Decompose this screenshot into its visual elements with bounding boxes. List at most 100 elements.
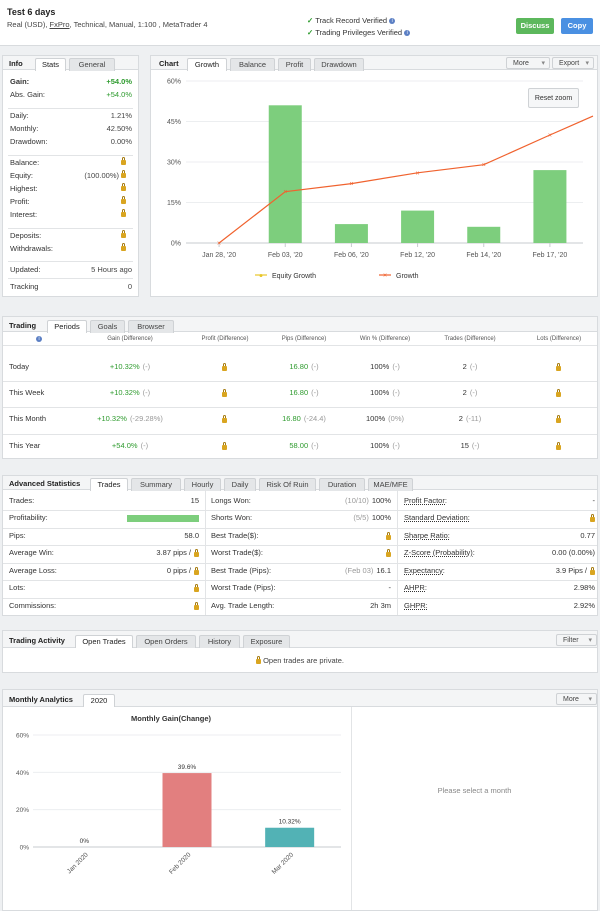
info-icon[interactable]: i — [404, 30, 411, 37]
x-tick-label: Feb 03, '20 — [268, 252, 303, 259]
stat-value-text: 15 — [190, 496, 199, 505]
growth-bar[interactable] — [401, 210, 435, 243]
info-row-value: 1.21% — [110, 111, 132, 120]
private-message: Open trades are private. — [3, 655, 597, 665]
stat-label[interactable]: Expectancy: — [404, 566, 445, 575]
x-tick-label: Feb 06, '20 — [334, 252, 369, 259]
page-header: Test 6 days Real (USD), FxPro, Technical… — [0, 0, 600, 46]
info-row: Deposits: — [3, 229, 138, 242]
cell-value: +10.32% — [109, 362, 140, 371]
stat-value: - — [593, 496, 596, 505]
more-dropdown[interactable]: More — [506, 57, 550, 69]
info-panel: Info Stats General Gain: +54.0% Abs. Gain:… — [2, 55, 139, 297]
growth-bar[interactable] — [533, 170, 567, 243]
stat-sub: (Feb 03) — [345, 566, 374, 575]
table-cell: +10.32% (-) — [80, 362, 180, 371]
growth-point[interactable]: × — [548, 133, 552, 140]
cell-value: 100% — [370, 441, 390, 450]
x-tick-label: Jan 28, '20 — [202, 252, 236, 259]
table-cell: +54.0% (-) — [80, 441, 180, 450]
cell-value: 2 — [462, 388, 467, 397]
filter-dropdown[interactable]: Filter — [556, 634, 597, 646]
legend-label[interactable]: Growth — [396, 273, 419, 280]
stat-value-text: 100% — [371, 513, 391, 522]
tab-open-orders[interactable]: Open Orders — [136, 635, 196, 648]
cell-diff: (-) — [471, 441, 480, 450]
activity-label: Trading Activity — [9, 636, 65, 645]
cell-diff: (-) — [142, 388, 151, 397]
copy-button[interactable]: Copy — [561, 18, 593, 34]
info-row: Balance: — [3, 156, 138, 169]
stat-value-text: 3.9 Pips / — [555, 566, 587, 575]
table-cell: 2 (-) — [420, 362, 520, 371]
month-bar[interactable] — [162, 773, 212, 847]
info-icon[interactable]: i — [36, 336, 42, 342]
cell-diff: (-24.4) — [303, 414, 326, 423]
stat-label[interactable]: Profit Factor: — [404, 496, 447, 505]
period-name: This Week — [9, 388, 45, 397]
stat-value: (10/10) 100% — [345, 496, 391, 505]
row-divider — [3, 528, 597, 529]
cell-value: 100% — [370, 362, 390, 371]
lock-icon — [556, 363, 561, 371]
discuss-button[interactable]: Discuss — [516, 18, 554, 34]
info-row-label: Highest: — [10, 184, 38, 193]
export-dropdown[interactable]: Export — [552, 57, 594, 69]
info-row-label: Deposits: — [10, 231, 42, 240]
lock-icon — [556, 415, 561, 423]
legend-label[interactable]: Equity Growth — [272, 273, 316, 280]
growth-point[interactable]: × — [349, 181, 353, 188]
cell-diff: (-) — [311, 362, 319, 371]
growth-bar[interactable] — [334, 224, 368, 243]
growth-point[interactable]: × — [283, 189, 287, 196]
info-icon[interactable]: i — [389, 18, 396, 25]
growth-point[interactable]: × — [217, 241, 221, 248]
stat-label: Best Trade (Pips): — [211, 566, 272, 575]
monthly-chart: Monthly Gain(Change) 0% 20% 40% 60% 0% Jan 202… — [16, 714, 341, 876]
cell-diff: (-) — [469, 362, 478, 371]
info-row-label: Monthly: — [10, 124, 39, 133]
tab-open-trades[interactable]: Open Trades — [75, 635, 133, 648]
stat-value: (5/5) 100% — [353, 513, 391, 522]
tab-history[interactable]: History — [199, 635, 240, 648]
info-row-label: Abs. Gain: — [10, 90, 46, 99]
tab-exposure[interactable]: Exposure — [243, 635, 290, 648]
x-tick-label: Feb 17, '20 — [533, 252, 568, 259]
cell-diff: (-) — [311, 388, 319, 397]
lock-icon — [194, 549, 199, 557]
row-divider — [3, 598, 597, 599]
lock-icon — [256, 655, 261, 664]
lock-icon — [194, 584, 199, 592]
column-header: Trades (Difference) — [444, 336, 496, 342]
private-message-text: Open trades are private. — [263, 656, 344, 665]
legend-marker: ● — [259, 273, 263, 280]
cell-diff: (-11) — [465, 414, 482, 423]
cell-value: 16.80 — [282, 414, 301, 423]
stat-value-text: 2.92% — [573, 601, 595, 610]
stat-label[interactable]: Sharpe Ratio: — [404, 531, 450, 540]
growth-bar[interactable] — [467, 226, 501, 243]
lock-icon — [222, 442, 227, 450]
tab-2020[interactable]: 2020 — [83, 694, 115, 707]
monthly-more-dropdown[interactable]: More — [556, 693, 597, 705]
growth-bar[interactable] — [268, 105, 302, 243]
cell-value: 2 — [462, 362, 467, 371]
info-row: Profit: — [3, 195, 138, 208]
month-bar[interactable] — [265, 827, 315, 847]
info-row: Abs. Gain: +54.0% — [3, 88, 138, 101]
reset-zoom-button[interactable]: Reset zoom — [528, 88, 579, 108]
stat-label[interactable]: GHPR: — [404, 601, 428, 610]
advanced-label: Advanced Statistics — [9, 479, 81, 488]
stat-label[interactable]: Standard Deviation: — [404, 513, 470, 522]
info-row-label: Equity: — [10, 171, 33, 180]
stat-label[interactable]: AHPR: — [404, 583, 427, 592]
stat-label[interactable]: Z-Score (Probability): — [404, 548, 475, 557]
growth-point[interactable]: × — [482, 162, 486, 169]
growth-point[interactable]: × — [416, 170, 420, 177]
column-header: Gain (Difference) — [107, 336, 153, 342]
bar-data-label: 0% — [80, 838, 90, 845]
broker-link[interactable]: FxPro — [50, 20, 70, 29]
column-header: Lots (Difference) — [536, 336, 582, 342]
info-row-value: +54.0% — [106, 90, 132, 99]
y-tick-label: 60% — [167, 79, 181, 86]
